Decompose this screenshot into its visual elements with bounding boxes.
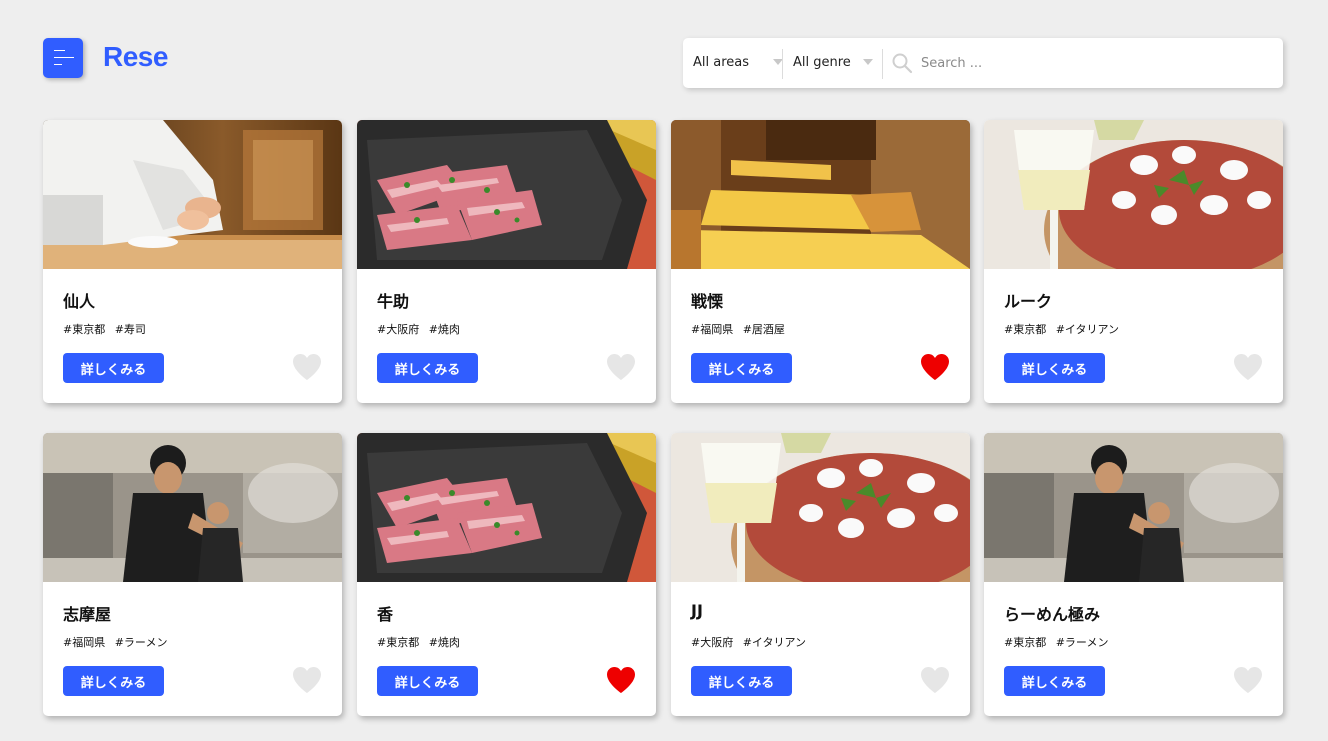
- genre-tag[interactable]: #焼肉: [429, 323, 460, 336]
- shop-name: らーめん極み: [1004, 605, 1101, 624]
- menu-icon-line: [54, 57, 74, 58]
- shop-tags: #東京都 #焼肉: [377, 634, 466, 650]
- area-tag[interactable]: #東京都: [1004, 323, 1046, 336]
- shop-name: 志摩屋: [63, 605, 112, 624]
- heart-icon[interactable]: [919, 352, 951, 382]
- shop-tags: #東京都 #寿司: [63, 321, 152, 337]
- shop-card: ルーク #東京都 #イタリアン 詳しくみる: [984, 120, 1283, 403]
- shop-card: らーめん極み #東京都 #ラーメン 詳しくみる: [984, 433, 1283, 716]
- heart-icon[interactable]: [919, 665, 951, 695]
- detail-button[interactable]: 詳しくみる: [63, 666, 164, 696]
- heart-icon[interactable]: [1232, 352, 1264, 382]
- detail-button[interactable]: 詳しくみる: [691, 666, 792, 696]
- detail-button[interactable]: 詳しくみる: [1004, 666, 1105, 696]
- shop-photo: [357, 120, 656, 269]
- area-tag[interactable]: #東京都: [63, 323, 105, 336]
- divider: [882, 49, 883, 79]
- shop-tags: #東京都 #イタリアン: [1004, 321, 1125, 337]
- divider: [782, 49, 783, 79]
- shop-photo: [357, 433, 656, 582]
- shop-name: ルーク: [1004, 292, 1053, 311]
- detail-button[interactable]: 詳しくみる: [377, 666, 478, 696]
- app-header: Rese All areas All genre: [43, 38, 1283, 88]
- shop-name: 仙人: [63, 292, 96, 311]
- heart-icon[interactable]: [291, 665, 323, 695]
- shop-photo: [671, 433, 970, 582]
- search-bar: All areas All genre: [683, 38, 1283, 88]
- genre-tag[interactable]: #ラーメン: [115, 636, 168, 649]
- shop-name: 戦慄: [691, 292, 724, 311]
- shop-card: 牛助 #大阪府 #焼肉 詳しくみる: [357, 120, 656, 403]
- area-tag[interactable]: #大阪府: [377, 323, 419, 336]
- area-tag[interactable]: #東京都: [1004, 636, 1046, 649]
- shop-photo: [43, 120, 342, 269]
- menu-button[interactable]: [43, 38, 83, 78]
- detail-button[interactable]: 詳しくみる: [377, 353, 478, 383]
- shop-tags: #大阪府 #焼肉: [377, 321, 466, 337]
- shop-card: JJ #大阪府 #イタリアン 詳しくみる: [671, 433, 970, 716]
- menu-icon: [54, 50, 65, 51]
- area-select-value: All areas: [693, 55, 750, 70]
- shop-tags: #東京都 #ラーメン: [1004, 634, 1115, 650]
- shop-card: 戦慄 #福岡県 #居酒屋 詳しくみる: [671, 120, 970, 403]
- heart-icon[interactable]: [605, 665, 637, 695]
- genre-tag[interactable]: #居酒屋: [743, 323, 785, 336]
- search-icon: [892, 53, 913, 74]
- shop-name: 香: [377, 605, 394, 624]
- detail-button[interactable]: 詳しくみる: [691, 353, 792, 383]
- shop-photo: [671, 120, 970, 269]
- menu-icon-line: [54, 64, 62, 65]
- shop-card: 香 #東京都 #焼肉 詳しくみる: [357, 433, 656, 716]
- shop-photo: [984, 120, 1283, 269]
- shop-tags: #福岡県 #ラーメン: [63, 634, 174, 650]
- detail-button[interactable]: 詳しくみる: [1004, 353, 1105, 383]
- detail-button[interactable]: 詳しくみる: [63, 353, 164, 383]
- heart-icon[interactable]: [605, 352, 637, 382]
- heart-icon[interactable]: [1232, 665, 1264, 695]
- area-tag[interactable]: #福岡県: [63, 636, 105, 649]
- shop-photo: [43, 433, 342, 582]
- genre-tag[interactable]: #イタリアン: [743, 636, 806, 649]
- shop-photo: [984, 433, 1283, 582]
- app-logo[interactable]: Rese: [103, 41, 168, 73]
- genre-tag[interactable]: #焼肉: [429, 636, 460, 649]
- heart-icon[interactable]: [291, 352, 323, 382]
- genre-tag[interactable]: #ラーメン: [1056, 636, 1109, 649]
- genre-select-value: All genre: [793, 55, 851, 70]
- shop-tags: #大阪府 #イタリアン: [691, 634, 812, 650]
- genre-tag[interactable]: #イタリアン: [1056, 323, 1119, 336]
- search-input[interactable]: [921, 51, 1261, 75]
- shop-tags: #福岡県 #居酒屋: [691, 321, 791, 337]
- genre-select[interactable]: All genre: [793, 38, 881, 88]
- area-select[interactable]: All areas: [693, 38, 783, 88]
- shop-name: JJ: [691, 601, 703, 620]
- shop-name: 牛助: [377, 292, 410, 311]
- area-tag[interactable]: #大阪府: [691, 636, 733, 649]
- shop-card: 志摩屋 #福岡県 #ラーメン 詳しくみる: [43, 433, 342, 716]
- chevron-down-icon: [863, 59, 873, 65]
- area-tag[interactable]: #東京都: [377, 636, 419, 649]
- shop-card: 仙人 #東京都 #寿司 詳しくみる: [43, 120, 342, 403]
- area-tag[interactable]: #福岡県: [691, 323, 733, 336]
- genre-tag[interactable]: #寿司: [115, 323, 146, 336]
